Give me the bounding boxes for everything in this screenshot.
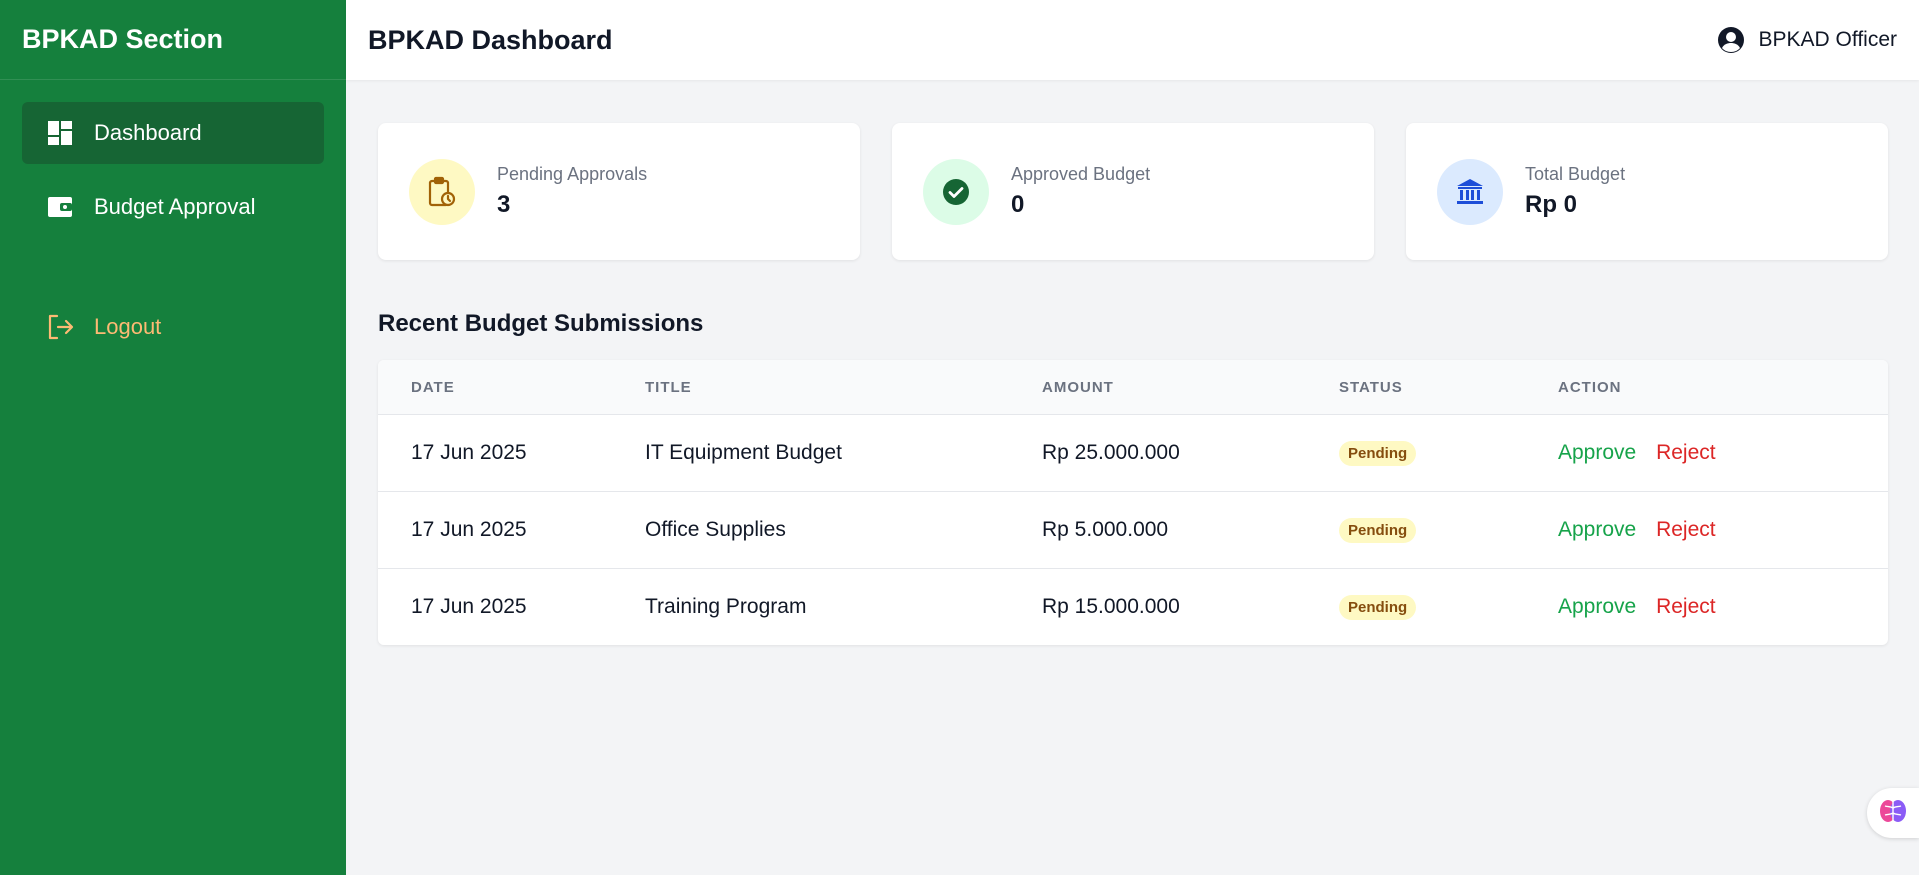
stat-value: Rp 0 xyxy=(1525,191,1578,218)
brand-title: BPKAD Section xyxy=(0,0,346,80)
sidebar-item-budget-approval[interactable]: Budget Approval xyxy=(22,176,324,238)
logout-button[interactable]: Logout xyxy=(22,296,324,358)
wallet-icon xyxy=(46,193,74,221)
cell-action: Approve Reject xyxy=(1558,441,1888,465)
logout-icon xyxy=(46,313,74,341)
reject-link[interactable]: Reject xyxy=(1656,441,1716,464)
table-row: 17 Jun 2025 Office Supplies Rp 5.000.000… xyxy=(378,491,1888,568)
cell-date: 17 Jun 2025 xyxy=(411,518,527,541)
approve-link[interactable]: Approve xyxy=(1558,595,1636,618)
main-content: Pending Approvals 3 Approved Budget 0 To… xyxy=(378,123,1888,645)
stat-label: Approved Budget xyxy=(1011,164,1151,184)
table-row: 17 Jun 2025 IT Equipment Budget Rp 25.00… xyxy=(378,414,1888,491)
sidebar-item-dashboard[interactable]: Dashboard xyxy=(22,102,324,164)
cell-amount: Rp 15.000.000 xyxy=(1042,595,1180,618)
user-name: BPKAD Officer xyxy=(1758,28,1898,51)
table-row: 17 Jun 2025 Training Program Rp 15.000.0… xyxy=(378,568,1888,645)
stat-card-total-budget: Total Budget Rp 0 xyxy=(1406,123,1888,260)
sidebar-item-label: Budget Approval xyxy=(94,194,256,219)
column-header-date: DATE xyxy=(411,378,455,396)
sidebar-nav: Dashboard Budget Approval Logout xyxy=(0,80,346,358)
stat-label: Total Budget xyxy=(1525,164,1626,184)
status-badge: Pending xyxy=(1339,441,1417,466)
brain-icon xyxy=(1879,798,1907,829)
cell-amount: Rp 25.000.000 xyxy=(1042,441,1180,464)
floating-assistant-button[interactable] xyxy=(1867,788,1919,838)
cell-title: Office Supplies xyxy=(645,518,786,541)
cell-status: Pending xyxy=(1339,594,1558,620)
status-badge: Pending xyxy=(1339,518,1417,543)
cell-status: Pending xyxy=(1339,517,1558,543)
cell-status: Pending xyxy=(1339,440,1558,466)
approve-link[interactable]: Approve xyxy=(1558,441,1636,464)
reject-link[interactable]: Reject xyxy=(1656,595,1716,618)
user-circle-icon xyxy=(1717,26,1745,54)
user-menu[interactable]: BPKAD Officer xyxy=(1717,26,1898,54)
clipboard-clock-icon xyxy=(409,158,475,225)
section-title: Recent Budget Submissions xyxy=(378,310,704,337)
cell-action: Approve Reject xyxy=(1558,595,1888,619)
cell-date: 17 Jun 2025 xyxy=(411,595,527,618)
column-header-amount: AMOUNT xyxy=(1042,378,1114,396)
column-header-title: TITLE xyxy=(645,378,692,396)
header: BPKAD Dashboard BPKAD Officer xyxy=(346,0,1919,80)
stat-label: Pending Approvals xyxy=(497,164,648,184)
submissions-table: DATE TITLE AMOUNT STATUS ACTION 17 Jun 2… xyxy=(378,360,1888,645)
stat-value: 3 xyxy=(497,191,511,218)
logout-label: Logout xyxy=(94,314,162,339)
cell-title: Training Program xyxy=(645,595,807,618)
cell-amount: Rp 5.000.000 xyxy=(1042,518,1169,541)
cell-action: Approve Reject xyxy=(1558,518,1888,542)
bank-icon xyxy=(1437,158,1503,225)
cell-title: IT Equipment Budget xyxy=(645,441,842,464)
approve-link[interactable]: Approve xyxy=(1558,518,1636,541)
status-badge: Pending xyxy=(1339,595,1417,620)
dashboard-icon xyxy=(46,119,74,147)
stat-card-approved-budget: Approved Budget 0 xyxy=(892,123,1374,260)
page-title: BPKAD Dashboard xyxy=(368,24,613,55)
column-header-action: ACTION xyxy=(1558,378,1622,396)
check-circle-icon xyxy=(923,158,989,225)
stat-value: 0 xyxy=(1011,191,1025,218)
column-header-status: STATUS xyxy=(1339,378,1403,396)
sidebar: BPKAD Section Dashboard Budget Approval … xyxy=(0,0,346,875)
stats-cards: Pending Approvals 3 Approved Budget 0 To… xyxy=(378,123,1888,260)
sidebar-item-label: Dashboard xyxy=(94,120,202,145)
reject-link[interactable]: Reject xyxy=(1656,518,1716,541)
stat-card-pending-approvals: Pending Approvals 3 xyxy=(378,123,860,260)
table-header: DATE TITLE AMOUNT STATUS ACTION xyxy=(378,360,1888,414)
cell-date: 17 Jun 2025 xyxy=(411,441,527,464)
